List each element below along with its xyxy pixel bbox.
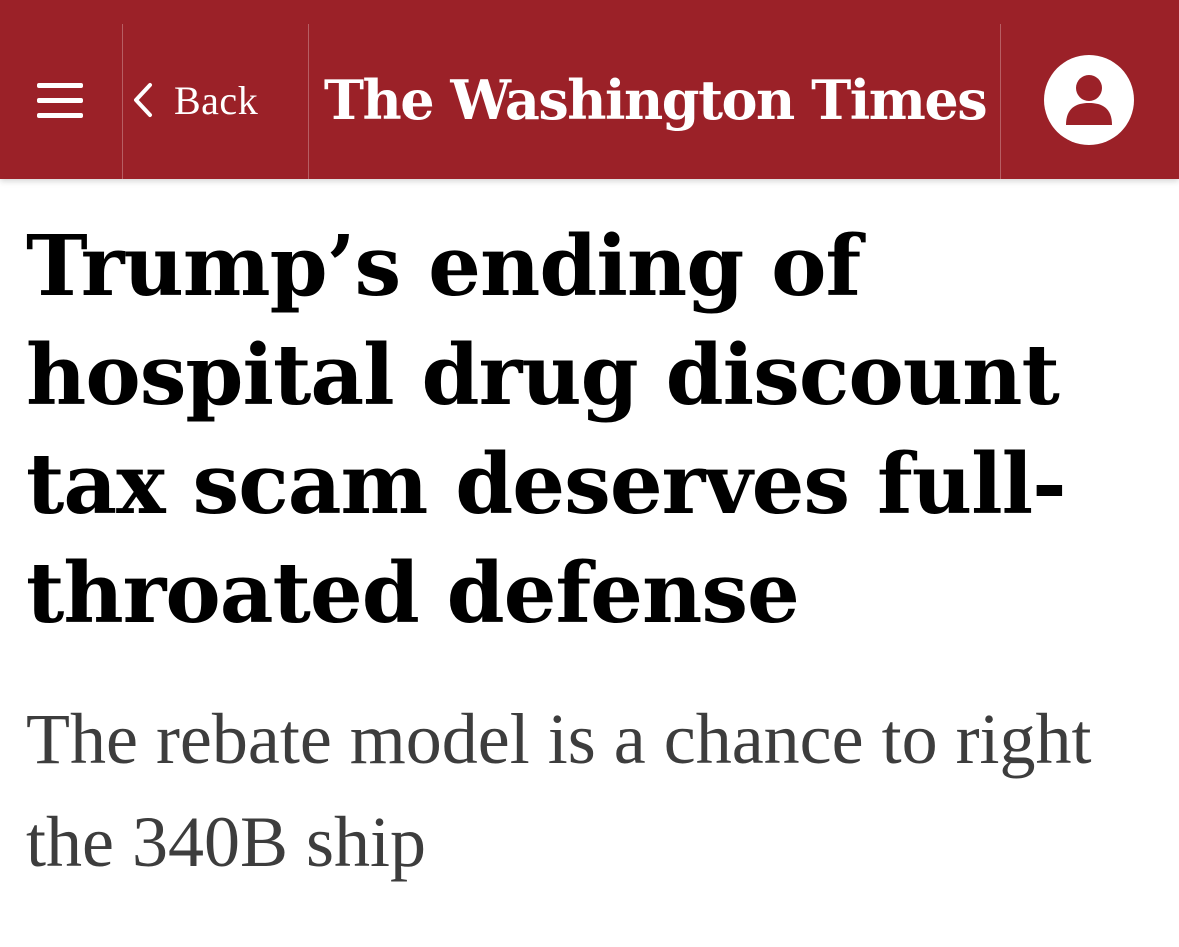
site-logo[interactable]: The Washington Times: [324, 52, 988, 148]
header-divider: [122, 24, 123, 179]
header-divider: [1000, 24, 1001, 179]
chevron-left-icon: [134, 83, 152, 117]
back-button[interactable]: Back: [132, 62, 258, 138]
header-divider: [308, 24, 309, 179]
menu-button[interactable]: [20, 60, 100, 140]
hamburger-menu-icon: [37, 83, 83, 118]
top-nav-bar: Back The Washington Times: [0, 0, 1179, 179]
article-subheadline: The rebate model is a chance to right th…: [26, 699, 1092, 882]
user-icon: [1066, 75, 1112, 125]
article-headline: Trump’s ending of hospital drug discount…: [26, 217, 1067, 642]
account-button[interactable]: [1044, 55, 1134, 145]
back-label: Back: [174, 77, 259, 123]
